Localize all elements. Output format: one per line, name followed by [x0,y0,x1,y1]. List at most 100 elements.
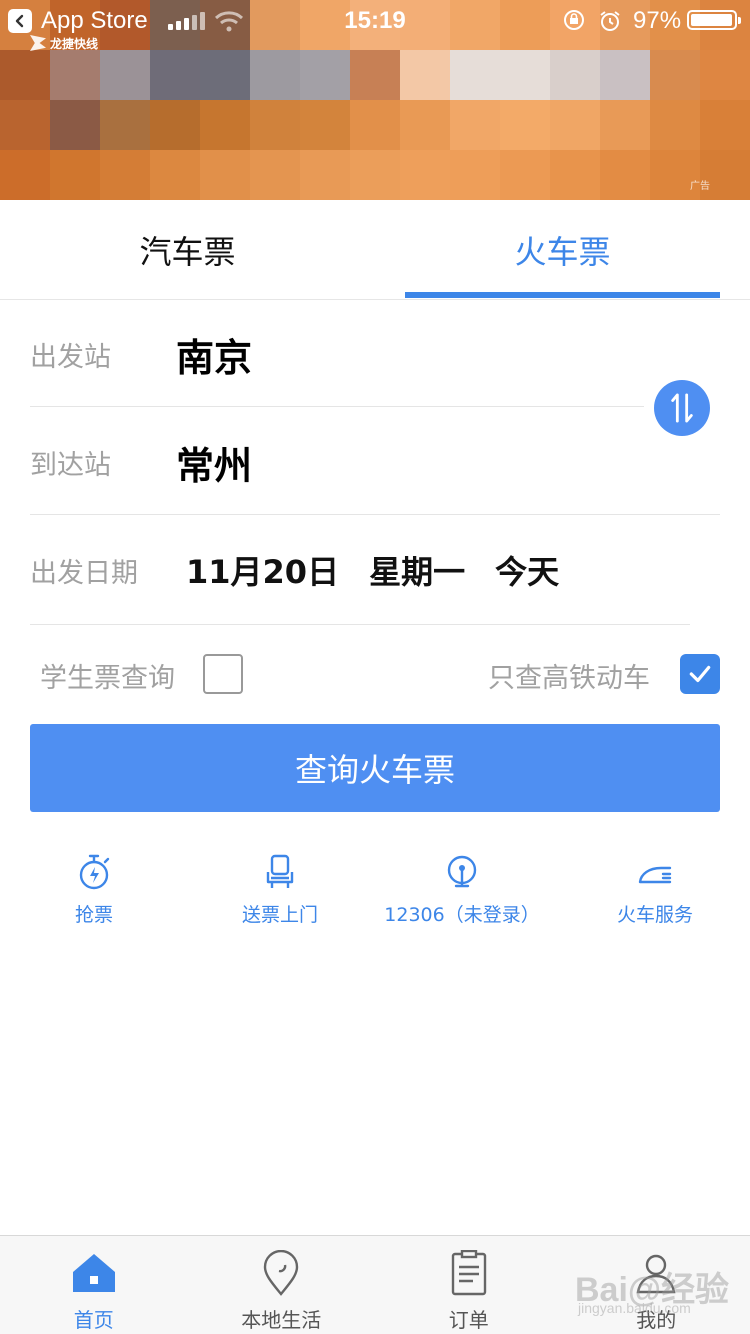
nav-orders[interactable]: 订单 [375,1236,563,1334]
arrival-station[interactable]: 常州 [176,435,252,490]
departure-label: 出发站 [30,341,111,373]
banner-mosaic-tile [0,150,50,200]
home-icon [72,1254,115,1292]
banner-mosaic-tile [350,150,400,200]
banner-mosaic-tile [250,100,300,150]
banner-mosaic-tile [350,100,400,150]
divider [30,624,690,625]
banner-mosaic-tile [400,150,450,200]
status-bar: App Store 15:19 97% [0,0,750,40]
banner-mosaic-tile [200,50,250,100]
watermark-url: jingyan.baidu.com [578,1300,691,1316]
banner-mosaic-tile [650,100,700,150]
banner-mosaic-tile [50,150,100,200]
banner-mosaic-tile [550,150,600,200]
student-ticket-checkbox[interactable] [203,654,243,694]
relative-day-value: 今天 [495,553,560,591]
app-screen: 龙捷快线 广告 App Store 15:19 97% 汽车票 火车票 出发站 … [0,0,750,1334]
banner-mosaic-tile [100,100,150,150]
swap-arrows-icon [671,393,693,423]
high-speed-only-label: 只查高铁动车 [488,663,650,694]
banner-mosaic-tile [650,150,700,200]
quick-link-train-service[interactable]: 火车服务 [605,852,705,927]
quick-link-ticket-delivery[interactable]: 送票上门 [220,852,340,927]
alarm-icon [600,11,620,31]
banner-mosaic-tile [700,100,750,150]
tab-bus-ticket[interactable]: 汽车票 [0,200,375,300]
seat-icon [266,854,294,888]
banner-mosaic-tile [550,50,600,100]
banner-mosaic-tile [0,100,50,150]
date-label: 出发日期 [30,557,138,589]
banner-mosaic-tile [250,50,300,100]
banner-mosaic-tile [150,150,200,200]
stopwatch-bolt-icon [79,854,110,890]
quick-link-grab-ticket[interactable]: 抢票 [54,852,134,927]
banner-mosaic-tile [200,150,250,200]
banner-mosaic-tile [400,100,450,150]
banner-mosaic-tile [500,50,550,100]
quick-link-label: 抢票 [74,904,113,926]
banner-mosaic-tile [400,50,450,100]
order-clipboard-icon [451,1250,486,1296]
high-speed-only-checkbox[interactable] [680,654,720,694]
nav-home[interactable]: 首页 [0,1236,188,1334]
date-value[interactable]: 11月20日 [186,547,339,593]
banner-mosaic-tile [250,150,300,200]
banner-mosaic-tile [550,100,600,150]
banner-mosaic-tile [450,150,500,200]
checkmark-icon [689,665,711,683]
tab-train-ticket[interactable]: 火车票 [375,200,750,300]
arrival-row[interactable]: 到达站 常州 [30,434,252,490]
banner-mosaic-tile [600,150,650,200]
rotation-lock-icon [564,10,584,30]
banner-mosaic-tile [350,50,400,100]
divider [30,514,720,515]
globe-pin-icon [447,855,477,888]
banner-mosaic-tile [150,100,200,150]
banner-mosaic-tile [50,50,100,100]
swap-stations-button[interactable] [654,380,710,436]
quick-link-label: 送票上门 [241,904,318,926]
banner-mosaic-tile [0,50,50,100]
ad-tag: 广告 [690,181,710,192]
location-pin-icon [264,1250,299,1296]
banner-mosaic-tile [600,100,650,150]
banner-mosaic-tile [600,50,650,100]
banner-mosaic-tile [300,50,350,100]
banner-mosaic-tile [50,100,100,150]
nav-local-life[interactable]: 本地生活 [188,1236,376,1334]
banner-mosaic-tile [450,100,500,150]
banner-mosaic-tile [700,150,750,200]
banner-mosaic-tile [450,50,500,100]
nav-label: 订单 [448,1308,489,1332]
banner-mosaic-tile [100,50,150,100]
battery-percent: 97% [633,7,682,34]
quick-link-label: 12306（未登录） [384,904,540,926]
quick-link-label: 火车服务 [616,904,693,926]
quick-link-12306[interactable]: 12306（未登录） [382,852,542,927]
student-ticket-label: 学生票查询 [40,663,175,694]
arrival-label: 到达站 [30,449,111,481]
banner-mosaic-tile [300,100,350,150]
ticket-type-tabs: 汽车票 火车票 [0,200,750,300]
banner-mosaic-tile [200,100,250,150]
banner-mosaic-tile [150,50,200,100]
train-icon [638,866,672,884]
banner-mosaic-tile [650,50,700,100]
departure-station[interactable]: 南京 [176,327,252,382]
nav-label: 本地生活 [241,1308,322,1332]
banner-mosaic-tile [500,150,550,200]
banner-mosaic-tile [500,100,550,150]
search-trains-button[interactable]: 查询火车票 [30,724,720,812]
active-tab-indicator [405,292,720,298]
divider [30,406,644,407]
nav-label: 首页 [73,1308,114,1332]
banner-mosaic-tile [300,150,350,200]
departure-row[interactable]: 出发站 南京 [30,326,252,382]
banner-mosaic-tile [100,150,150,200]
weekday-value: 星期一 [369,553,466,591]
battery-icon [687,10,741,30]
banner-mosaic-tile [700,50,750,100]
departure-date-row[interactable]: 出发日期 11月20日 星期一 今天 [30,540,589,600]
